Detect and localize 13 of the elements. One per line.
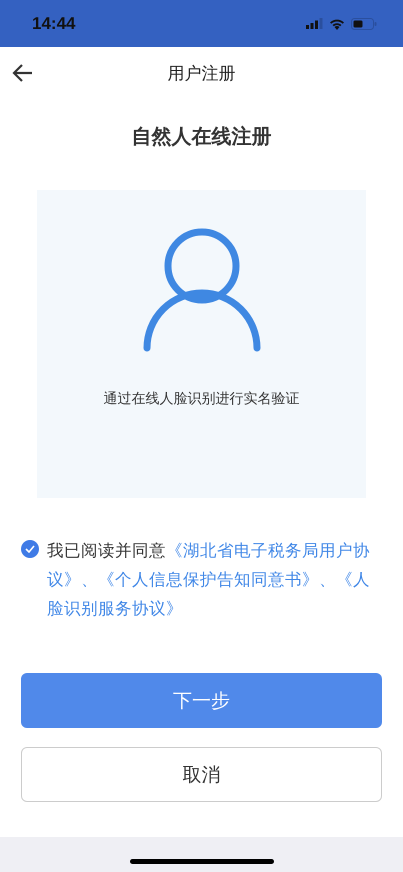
- signal-icon: [306, 18, 323, 29]
- card-caption: 通过在线人脸识别进行实名验证: [104, 390, 300, 408]
- page-title: 用户注册: [168, 62, 236, 84]
- back-icon[interactable]: [12, 63, 34, 83]
- person-icon: [142, 228, 260, 352]
- section-heading: 自然人在线注册: [130, 123, 272, 150]
- checkmark-icon: [25, 545, 35, 553]
- agree-checkbox[interactable]: [21, 540, 39, 558]
- agreement-text: 我已阅读并同意《湖北省电子税务局用户协议》、《个人信息保护告知同意书》、《人脸识别服务协议》: [47, 540, 371, 620]
- wifi-icon: [329, 18, 345, 30]
- cancel-button[interactable]: 取消: [21, 747, 382, 802]
- status-time: 14:44: [32, 14, 76, 34]
- battery-icon: [351, 18, 377, 30]
